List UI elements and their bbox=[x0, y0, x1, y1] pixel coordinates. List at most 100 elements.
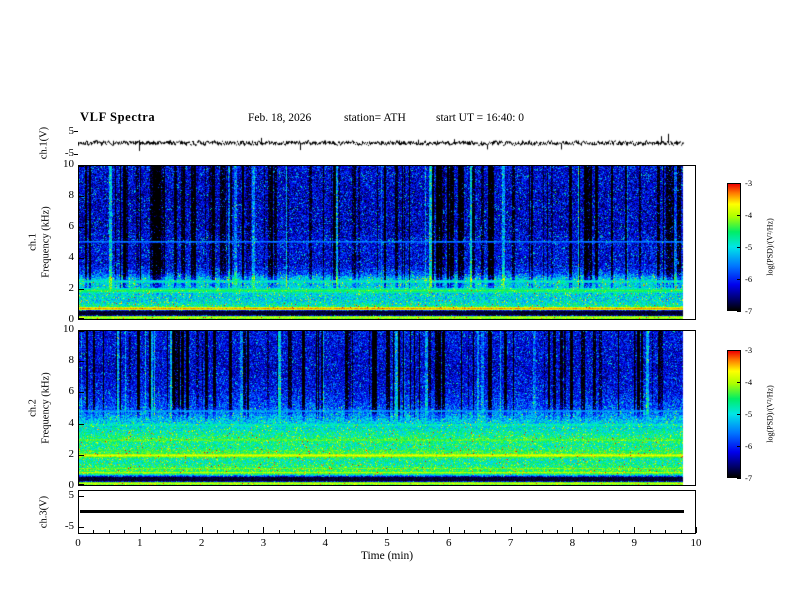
spec1-ytick-label: 6 bbox=[68, 220, 75, 232]
x-tick-label: 0 bbox=[75, 537, 81, 549]
spec2-frame bbox=[78, 330, 696, 486]
x-tick-mark bbox=[511, 527, 512, 533]
colorbar-2-tick-mark bbox=[737, 478, 741, 479]
x-tick-label: 7 bbox=[507, 537, 514, 549]
spec2-axis-label: Frequency (kHz) bbox=[40, 372, 52, 444]
x-minor-tick-mark bbox=[248, 530, 249, 533]
ch3-trace bbox=[80, 510, 684, 513]
x-minor-tick-mark bbox=[279, 530, 280, 533]
spec2-channel-label: ch.2 bbox=[27, 399, 39, 417]
x-tick-label: 3 bbox=[260, 537, 267, 549]
x-tick-label: 10 bbox=[690, 537, 702, 549]
x-tick-mark bbox=[202, 527, 203, 533]
x-minor-tick-mark bbox=[603, 530, 604, 533]
x-minor-tick-mark bbox=[665, 530, 666, 533]
colorbar-1-tick-label: -7 bbox=[745, 306, 753, 316]
spec1-channel-label: ch.1 bbox=[27, 233, 39, 251]
x-minor-tick-mark bbox=[650, 530, 651, 533]
x-tick-label: 4 bbox=[322, 537, 328, 549]
x-tick-label: 8 bbox=[569, 537, 576, 549]
spec1-ytick-label: 8 bbox=[68, 189, 75, 201]
spec1-ytick-mark bbox=[79, 166, 84, 167]
x-minor-tick-mark bbox=[681, 530, 682, 533]
x-tick-label: 6 bbox=[446, 537, 452, 549]
x-tick-label: 9 bbox=[631, 537, 637, 549]
spec1-frame bbox=[78, 165, 696, 320]
spec2-ytick-label: 2 bbox=[68, 447, 75, 460]
colorbar-2-tick-mark bbox=[737, 382, 741, 383]
ch3-wave-ylabel: ch.3(V) bbox=[38, 495, 50, 529]
x-tick-mark bbox=[263, 527, 264, 533]
x-tick-mark bbox=[449, 527, 450, 533]
x-minor-tick-mark bbox=[588, 530, 589, 533]
colorbar-1-tick-mark bbox=[737, 183, 741, 184]
x-minor-tick-mark bbox=[310, 530, 311, 533]
x-tick-mark bbox=[140, 527, 141, 533]
colorbar-2-tick-label: -5 bbox=[745, 409, 753, 419]
vlf-spectra-figure: VLF Spectra Feb. 18, 2026 station= ATH s… bbox=[0, 0, 792, 612]
x-minor-tick-mark bbox=[464, 530, 465, 533]
spec2-ytick-mark bbox=[79, 484, 84, 485]
x-tick-mark bbox=[325, 527, 326, 533]
ch1-wave-ytick-mark-top bbox=[74, 131, 78, 132]
spec2-ytick-label: 8 bbox=[68, 354, 75, 367]
colorbar-2-tick-mark bbox=[737, 414, 741, 415]
x-tick-label: 5 bbox=[384, 537, 390, 549]
x-minor-tick-mark bbox=[233, 530, 234, 533]
x-minor-tick-mark bbox=[294, 530, 295, 533]
colorbar-1-tick-mark bbox=[737, 279, 741, 280]
spec1-ytick-mark bbox=[79, 227, 84, 228]
x-minor-tick-mark bbox=[186, 530, 187, 533]
colorbar-1-label: log(PSD)/(V²/Hz) bbox=[765, 218, 775, 276]
x-tick-mark bbox=[634, 527, 635, 533]
spec2-ytick-mark bbox=[79, 331, 84, 332]
colorbar-2-label: log(PSD)/(V²/Hz) bbox=[765, 385, 775, 443]
ch3-wave-ytick-min: -5 bbox=[64, 520, 74, 532]
x-minor-tick-mark bbox=[495, 530, 496, 533]
x-minor-tick-mark bbox=[619, 530, 620, 533]
x-minor-tick-mark bbox=[402, 530, 403, 533]
x-minor-tick-mark bbox=[93, 530, 94, 533]
ch3-ytick-mark-bottom bbox=[79, 527, 84, 528]
colorbar-1-tick-mark bbox=[737, 311, 741, 312]
spec2-ytick-label: 0 bbox=[68, 479, 75, 491]
ch1-wave-ytick-max: 5 bbox=[68, 125, 75, 137]
x-minor-tick-mark bbox=[418, 530, 419, 533]
colorbar-2-tick-label: -3 bbox=[745, 345, 753, 355]
station-label: station= ATH bbox=[344, 112, 406, 124]
colorbar-1-tick-label: -5 bbox=[745, 242, 753, 252]
colorbar-1-tick-label: -3 bbox=[745, 178, 753, 188]
colorbar-1-tick-mark bbox=[737, 247, 741, 248]
spec1-ytick-label: 4 bbox=[68, 251, 75, 263]
x-tick-mark bbox=[387, 527, 388, 533]
ch1-wave-ytick-mark-bottom bbox=[74, 154, 78, 155]
x-tick-label: 2 bbox=[198, 537, 205, 549]
x-minor-tick-mark bbox=[557, 530, 558, 533]
spec2-ytick-mark bbox=[79, 455, 84, 456]
x-minor-tick-mark bbox=[356, 530, 357, 533]
spec1-ytick-mark bbox=[79, 258, 84, 259]
spec2-ytick-mark bbox=[79, 392, 84, 393]
x-minor-tick-mark bbox=[433, 530, 434, 533]
colorbar-1-tick-label: -4 bbox=[745, 210, 753, 220]
x-tick-mark bbox=[572, 527, 573, 533]
figure-title: VLF Spectra bbox=[80, 110, 156, 124]
x-minor-tick-mark bbox=[124, 530, 125, 533]
x-tick-label: 1 bbox=[137, 537, 143, 549]
spec2-ytick-label: 6 bbox=[68, 385, 75, 398]
ch3-ytick-mark-top bbox=[79, 496, 84, 497]
spec1-ytick-label: 10 bbox=[63, 158, 74, 170]
spec2-ytick-mark bbox=[79, 424, 84, 425]
spec2-ytick-mark bbox=[79, 361, 84, 362]
spec2-ytick-label: 4 bbox=[68, 416, 75, 429]
spec1-ytick-mark bbox=[79, 196, 84, 197]
x-minor-tick-mark bbox=[480, 530, 481, 533]
date-label: Feb. 18, 2026 bbox=[248, 112, 312, 124]
colorbar-2-tick-label: -6 bbox=[745, 441, 753, 451]
spec1-ytick-mark bbox=[79, 318, 84, 319]
start-ut-label: start UT = 16:40: 0 bbox=[436, 112, 525, 124]
x-minor-tick-mark bbox=[526, 530, 527, 533]
spec1-ytick-label: 2 bbox=[68, 282, 75, 294]
colorbar-2-tick-mark bbox=[737, 446, 741, 447]
colorbar-1-tick-label: -6 bbox=[745, 274, 753, 284]
